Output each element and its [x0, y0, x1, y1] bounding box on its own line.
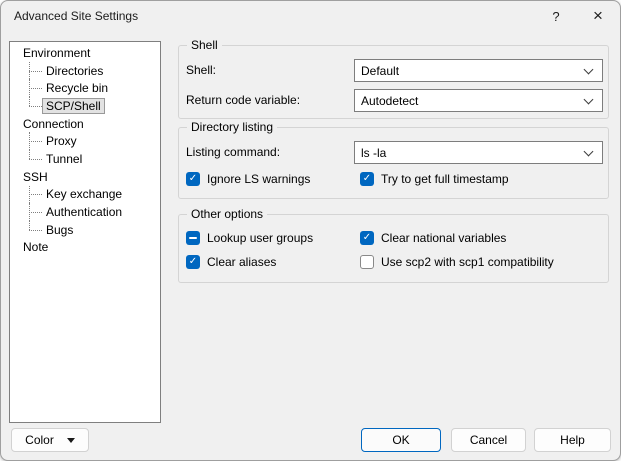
sidebar-item-authentication[interactable]: Authentication — [10, 203, 160, 221]
sidebar-item-label: Key exchange — [42, 186, 126, 202]
color-button[interactable]: Color — [11, 428, 89, 452]
tree-connector — [27, 79, 42, 97]
sidebar-item-connection[interactable]: Connection — [10, 115, 160, 133]
sidebar-item-label-selected: SCP/Shell — [42, 98, 105, 114]
dropdown-arrow-icon — [67, 438, 75, 443]
titlebar[interactable]: Advanced Site Settings ? × — [1, 1, 620, 31]
listing-command-combobox[interactable]: ls -la — [354, 141, 603, 164]
help-icon[interactable]: ? — [541, 1, 571, 31]
shell-group: Shell Shell: Default Return code variabl… — [178, 45, 609, 119]
sidebar-item-label: Bugs — [42, 222, 77, 238]
chevron-down-icon — [584, 95, 594, 105]
close-icon[interactable]: × — [581, 1, 615, 31]
return-code-variable-combobox[interactable]: Autodetect — [354, 89, 603, 112]
group-title: Other options — [187, 207, 267, 221]
checkbox-try-to-get-full-timestamp[interactable]: Try to get full timestamp — [360, 172, 509, 186]
checkbox-icon[interactable] — [360, 231, 374, 245]
directory-listing-group: Directory listing Listing command: ls -l… — [178, 127, 609, 199]
chevron-down-icon — [584, 65, 594, 75]
combobox-value: Autodetect — [361, 94, 418, 108]
checkbox-label: Clear aliases — [207, 255, 276, 269]
sidebar-item-note[interactable]: Note — [10, 239, 160, 257]
checkbox-label: Clear national variables — [381, 231, 506, 245]
sidebar-item-directories[interactable]: Directories — [10, 62, 160, 80]
sidebar-item-tunnel[interactable]: Tunnel — [10, 150, 160, 168]
sidebar-item-label: Recycle bin — [42, 80, 112, 96]
sidebar-item-recycle-bin[interactable]: Recycle bin — [10, 79, 160, 97]
sidebar-item-label: Proxy — [42, 133, 81, 149]
listing-command-label: Listing command: — [186, 145, 280, 159]
tree-connector — [27, 221, 42, 239]
checkbox-use-scp2-with-scp1-compatibility[interactable]: Use scp2 with scp1 compatibility — [360, 255, 554, 269]
return-code-variable-label: Return code variable: — [186, 93, 300, 107]
checkbox-label: Lookup user groups — [207, 231, 313, 245]
other-options-group: Other options Lookup user groups Clear n… — [178, 214, 609, 283]
sidebar-item-key-exchange[interactable]: Key exchange — [10, 186, 160, 204]
chevron-down-icon — [584, 147, 594, 157]
tree-connector — [27, 186, 42, 204]
color-button-label: Color — [25, 433, 54, 447]
sidebar-item-label: Directories — [42, 63, 107, 79]
sidebar-item-bugs[interactable]: Bugs — [10, 221, 160, 239]
checkbox-icon[interactable] — [186, 231, 200, 245]
sidebar-item-ssh[interactable]: SSH — [10, 168, 160, 186]
tree-connector — [27, 97, 42, 115]
combobox-value: Default — [361, 64, 399, 78]
ok-button-label: OK — [392, 433, 409, 447]
shell-label: Shell: — [186, 63, 216, 77]
checkbox-ignore-ls-warnings[interactable]: Ignore LS warnings — [186, 172, 310, 186]
tree-connector — [27, 132, 42, 150]
sidebar-item-environment[interactable]: Environment — [10, 44, 160, 62]
checkbox-icon[interactable] — [186, 255, 200, 269]
advanced-site-settings-dialog: Advanced Site Settings ? × Environment D… — [0, 0, 621, 461]
checkbox-icon[interactable] — [360, 172, 374, 186]
checkbox-label: Use scp2 with scp1 compatibility — [381, 255, 554, 269]
cancel-button-label: Cancel — [470, 433, 507, 447]
tree-connector — [27, 203, 42, 221]
checkbox-label: Ignore LS warnings — [207, 172, 310, 186]
cancel-button[interactable]: Cancel — [451, 428, 526, 452]
help-button-label: Help — [560, 433, 585, 447]
checkbox-clear-aliases[interactable]: Clear aliases — [186, 255, 276, 269]
help-button[interactable]: Help — [534, 428, 611, 452]
tree-connector — [27, 62, 42, 80]
sidebar-item-label: SSH — [19, 169, 52, 185]
sidebar-item-label: Environment — [19, 45, 94, 61]
checkbox-clear-national-variables[interactable]: Clear national variables — [360, 231, 506, 245]
sidebar-item-label: Connection — [19, 116, 88, 132]
window-title: Advanced Site Settings — [14, 9, 138, 23]
combobox-value: ls -la — [361, 146, 386, 160]
group-title: Shell — [187, 38, 222, 52]
sidebar-item-proxy[interactable]: Proxy — [10, 132, 160, 150]
checkbox-label: Try to get full timestamp — [381, 172, 509, 186]
sidebar-item-scp-shell[interactable]: SCP/Shell — [10, 97, 160, 115]
shell-combobox[interactable]: Default — [354, 59, 603, 82]
sidebar-item-label: Tunnel — [42, 151, 86, 167]
sidebar-item-label: Note — [19, 239, 52, 255]
checkbox-lookup-user-groups[interactable]: Lookup user groups — [186, 231, 313, 245]
group-title: Directory listing — [187, 120, 277, 134]
sidebar-item-label: Authentication — [42, 204, 126, 220]
settings-tree[interactable]: Environment Directories Recycle bin SCP/… — [9, 41, 161, 423]
tree-connector — [27, 150, 42, 168]
checkbox-icon[interactable] — [360, 255, 374, 269]
checkbox-icon[interactable] — [186, 172, 200, 186]
ok-button[interactable]: OK — [361, 428, 441, 452]
